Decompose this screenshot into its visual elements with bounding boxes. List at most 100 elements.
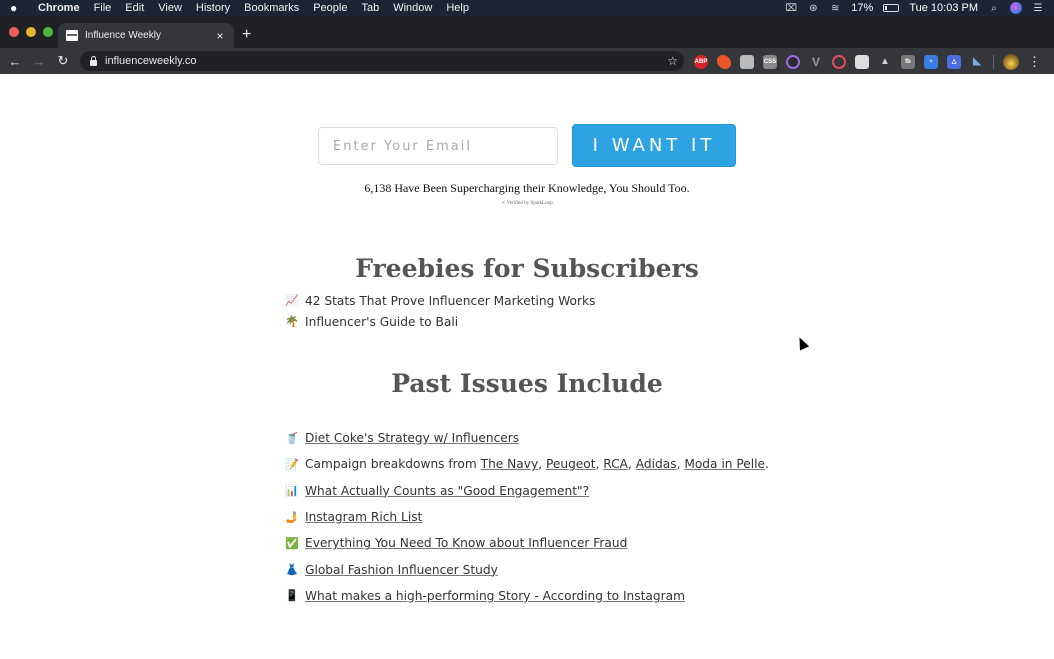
freebies-heading: Freebies for Subscribers xyxy=(355,254,699,283)
bird-extension-icon[interactable]: ◣ xyxy=(970,55,984,69)
verified-by-sparkloop[interactable]: ✓ Verified by SparkLoop xyxy=(0,200,1054,206)
wifi-icon[interactable]: ≋ xyxy=(829,3,841,14)
star-plus-extension-icon[interactable]: + xyxy=(924,55,938,69)
microphone-extension-icon[interactable] xyxy=(786,55,800,69)
selfie-icon: 🤳 xyxy=(285,510,299,524)
browser-toolbar: ← → ↻ influenceweekly.co ☆ ABP CSS V ▲ f… xyxy=(0,48,1054,74)
menu-bookmarks[interactable]: Bookmarks xyxy=(244,2,299,14)
campaign-link-moda-in-pelle[interactable]: Moda in Pelle xyxy=(684,457,765,471)
campaign-prefix-text: Campaign breakdowns from xyxy=(305,457,481,472)
tab-title: Influence Weekly xyxy=(85,30,161,41)
freebie-item: 🌴 Influencer's Guide to Bali xyxy=(285,311,595,332)
past-issue-item: 📝 Campaign breakdowns from The Navy, Peu… xyxy=(285,451,769,477)
bluetooth-off-icon[interactable]: ⌧ xyxy=(785,3,798,14)
fb-extension-icon[interactable]: fb xyxy=(901,55,915,69)
palm-tree-icon: 🌴 xyxy=(285,315,299,328)
past-issue-link[interactable]: Everything You Need To Know about Influe… xyxy=(305,536,627,550)
menu-edit[interactable]: Edit xyxy=(125,2,144,14)
past-issue-item: 🥤 Diet Coke's Strategy w/ Influencers xyxy=(285,425,769,451)
campaign-link-peugeot[interactable]: Peugeot xyxy=(546,457,596,471)
freebie-item: 📈 42 Stats That Prove Influencer Marketi… xyxy=(285,290,595,311)
menu-bar-status-area: ⌧ ⊛ ≋ 17% Tue 10:03 PM ⌕ ☰ xyxy=(785,0,1044,16)
adblock-plus-icon[interactable]: ABP xyxy=(694,55,708,69)
past-issue-link[interactable]: What Actually Counts as "Good Engagement… xyxy=(305,484,589,498)
separator: , xyxy=(538,457,546,472)
past-issues-list: 🥤 Diet Coke's Strategy w/ Influencers 📝 … xyxy=(285,425,769,609)
spotlight-search-icon[interactable]: ⌕ xyxy=(988,3,1000,14)
browser-tab-active[interactable]: Influence Weekly × xyxy=(58,23,234,48)
browser-tab-strip: Influence Weekly × + xyxy=(0,16,1054,48)
fire-extension-icon[interactable]: ▲ xyxy=(878,55,892,69)
spiral-extension-icon[interactable] xyxy=(832,55,846,69)
reload-icon[interactable]: ↻ xyxy=(54,53,72,69)
fox-extension-icon[interactable] xyxy=(717,55,731,69)
subscriber-count-text: 6,138 Have Been Supercharging their Know… xyxy=(364,181,690,195)
i-want-it-button[interactable]: I WANT IT xyxy=(572,124,736,167)
forward-icon[interactable]: → xyxy=(30,54,48,69)
past-issue-item: 📱 What makes a high-performing Story - A… xyxy=(285,583,769,609)
translate-extension-icon[interactable] xyxy=(740,55,754,69)
menu-window[interactable]: Window xyxy=(393,2,432,14)
site-favicon-icon xyxy=(66,30,78,41)
css-extension-icon[interactable]: CSS xyxy=(763,55,777,69)
chrome-menu-icon[interactable]: ⋮ xyxy=(1028,54,1041,70)
triangle-extension-icon[interactable]: △ xyxy=(947,55,961,69)
freebies-list: 📈 42 Stats That Prove Influencer Marketi… xyxy=(285,290,595,332)
bar-chart-icon: 📊 xyxy=(285,484,299,498)
back-icon[interactable]: ← xyxy=(6,54,24,69)
past-issues-heading: Past Issues Include xyxy=(391,369,663,398)
past-issue-item: 🤳 Instagram Rich List xyxy=(285,504,769,530)
url-text[interactable]: influenceweekly.co xyxy=(105,55,667,67)
lock-icon[interactable] xyxy=(90,55,97,66)
past-issue-link[interactable]: Global Fashion Influencer Study xyxy=(305,563,498,577)
siri-icon[interactable] xyxy=(1010,2,1022,14)
separator: , xyxy=(628,457,636,472)
separator: , xyxy=(676,457,685,472)
menu-help[interactable]: Help xyxy=(446,2,469,14)
notification-center-icon[interactable]: ☰ xyxy=(1032,3,1044,14)
new-tab-button[interactable]: + xyxy=(242,27,251,43)
check-mark-icon: ✅ xyxy=(285,536,299,550)
mouse-cursor-icon xyxy=(794,335,810,351)
zoom-window-button[interactable] xyxy=(43,27,53,37)
dress-icon: 👗 xyxy=(285,563,299,577)
close-window-button[interactable] xyxy=(9,27,19,37)
campaign-suffix: . xyxy=(765,457,769,472)
minimize-window-button[interactable] xyxy=(26,27,36,37)
past-issue-link[interactable]: What makes a high-performing Story - Acc… xyxy=(305,589,685,603)
mobile-phone-icon: 📱 xyxy=(285,589,299,603)
vue-devtools-icon[interactable]: V xyxy=(809,55,823,69)
menu-file[interactable]: File xyxy=(94,2,112,14)
clock[interactable]: Tue 10:03 PM xyxy=(909,2,978,14)
square-extension-icon[interactable] xyxy=(855,55,869,69)
past-issue-link[interactable]: Instagram Rich List xyxy=(305,510,422,524)
menu-tab[interactable]: Tab xyxy=(361,2,379,14)
email-input[interactable] xyxy=(318,127,558,165)
battery-icon[interactable] xyxy=(883,4,900,12)
address-bar[interactable]: influenceweekly.co ☆ xyxy=(80,51,684,71)
menu-chrome[interactable]: Chrome xyxy=(38,2,80,14)
close-tab-icon[interactable]: × xyxy=(214,29,226,43)
page-content: I WANT IT 6,138 Have Been Supercharging … xyxy=(0,74,1054,659)
profile-avatar[interactable] xyxy=(1003,54,1019,70)
bookmark-star-icon[interactable]: ☆ xyxy=(667,54,678,68)
macos-menu-bar: ● Chrome File Edit View History Bookmark… xyxy=(0,0,1054,16)
campaign-link-the-navy[interactable]: The Navy xyxy=(481,457,539,471)
apple-menu-icon[interactable]: ● xyxy=(10,1,24,15)
campaign-link-adidas[interactable]: Adidas xyxy=(636,457,677,471)
past-issue-item: 👗 Global Fashion Influencer Study xyxy=(285,556,769,582)
sync-icon[interactable]: ⊛ xyxy=(807,3,819,14)
window-controls xyxy=(9,27,53,37)
freebie-text: 42 Stats That Prove Influencer Marketing… xyxy=(305,293,596,308)
cup-with-straw-icon: 🥤 xyxy=(285,431,299,445)
menu-people[interactable]: People xyxy=(313,2,347,14)
menu-view[interactable]: View xyxy=(158,2,182,14)
past-issue-item: 📊 What Actually Counts as "Good Engageme… xyxy=(285,478,769,504)
separator: , xyxy=(595,457,604,472)
chart-increasing-icon: 📈 xyxy=(285,294,299,307)
battery-percent: 17% xyxy=(851,2,874,14)
past-issue-item: ✅ Everything You Need To Know about Infl… xyxy=(285,530,769,556)
menu-history[interactable]: History xyxy=(196,2,230,14)
campaign-link-rca[interactable]: RCA xyxy=(603,457,628,471)
past-issue-link[interactable]: Diet Coke's Strategy w/ Influencers xyxy=(305,431,519,445)
